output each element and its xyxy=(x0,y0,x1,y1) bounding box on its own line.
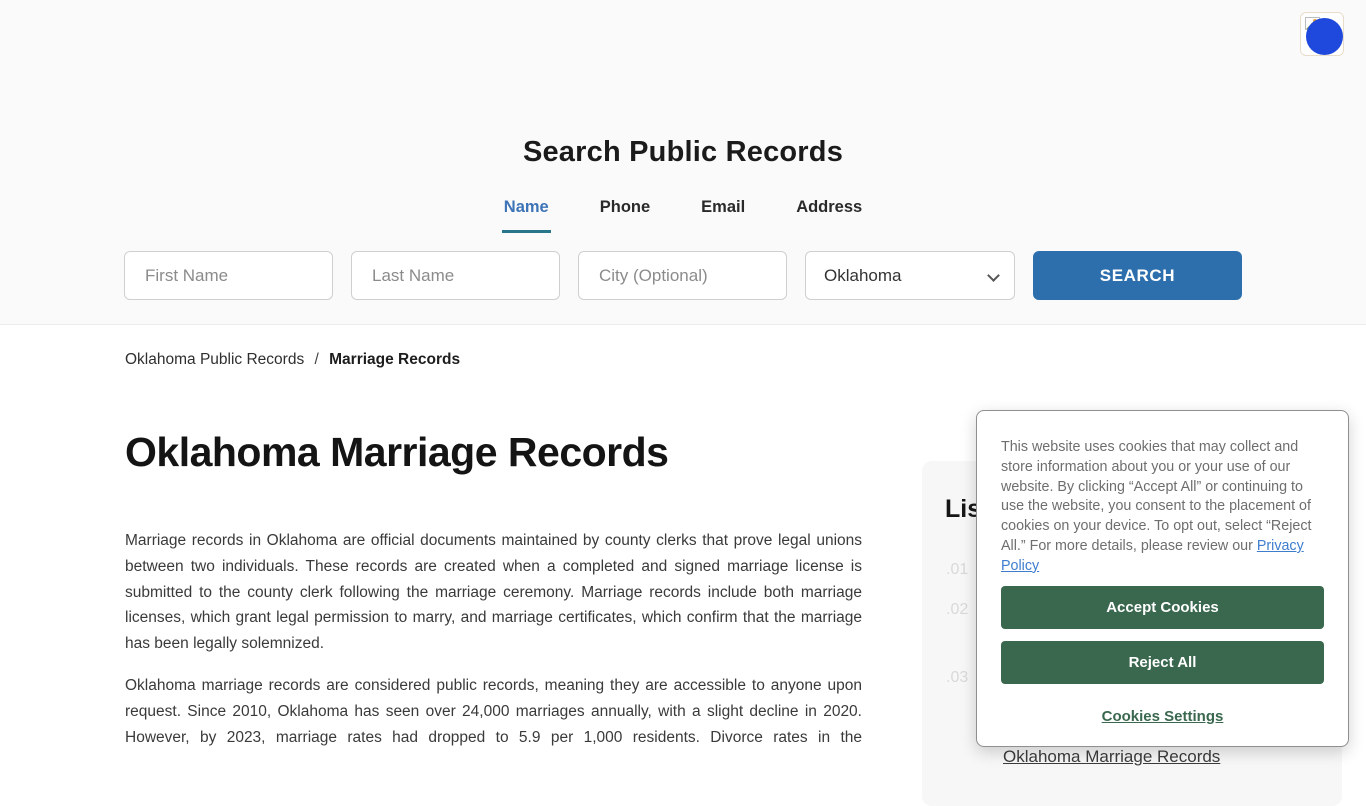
cookie-message-text: This website uses cookies that may colle… xyxy=(1001,439,1312,554)
chevron-down-icon xyxy=(987,269,1000,282)
tab-phone[interactable]: Phone xyxy=(598,198,652,233)
last-name-input[interactable] xyxy=(351,251,560,300)
breadcrumb: Oklahoma Public Records / Marriage Recor… xyxy=(125,351,1366,369)
state-select-value: Oklahoma xyxy=(824,265,902,285)
cookie-consent-dialog: This website uses cookies that may colle… xyxy=(976,410,1349,747)
blue-circle-icon xyxy=(1306,18,1343,55)
article-paragraph-1: Marriage records in Oklahoma are officia… xyxy=(125,532,862,653)
breadcrumb-separator: / xyxy=(314,351,319,368)
search-button[interactable]: SEARCH xyxy=(1033,251,1242,300)
cookies-settings-link[interactable]: Cookies Settings xyxy=(1001,708,1324,725)
tab-email[interactable]: Email xyxy=(699,198,747,233)
cookie-message: This website uses cookies that may colle… xyxy=(1001,438,1324,577)
first-name-input[interactable] xyxy=(124,251,333,300)
breadcrumb-parent-link[interactable]: Oklahoma Public Records xyxy=(125,351,304,368)
toc-item-number-2: .02 xyxy=(946,601,969,618)
page-title: Search Public Records xyxy=(522,136,844,168)
search-tabs: Name Phone Email Address xyxy=(0,198,1366,233)
toc-item-number-1: .01 xyxy=(946,561,969,578)
toc-link-oklahoma-marriage-records[interactable]: Oklahoma Marriage Records xyxy=(1003,747,1220,767)
tab-name[interactable]: Name xyxy=(501,198,551,233)
article-paragraph-2: Oklahoma marriage records are considered… xyxy=(125,676,862,746)
accept-cookies-button[interactable]: Accept Cookies xyxy=(1001,585,1324,629)
toc-item-number-3: .03 xyxy=(946,669,969,686)
search-form: Oklahoma SEARCH xyxy=(0,251,1366,300)
search-hero-section: Search Public Records Name Phone Email A… xyxy=(0,0,1366,325)
tab-address[interactable]: Address xyxy=(794,198,864,233)
city-input[interactable] xyxy=(578,251,787,300)
state-select[interactable]: Oklahoma xyxy=(805,251,1015,300)
reject-all-button[interactable]: Reject All xyxy=(1001,640,1324,684)
site-favicon xyxy=(1300,12,1344,56)
breadcrumb-current: Marriage Records xyxy=(329,351,461,368)
